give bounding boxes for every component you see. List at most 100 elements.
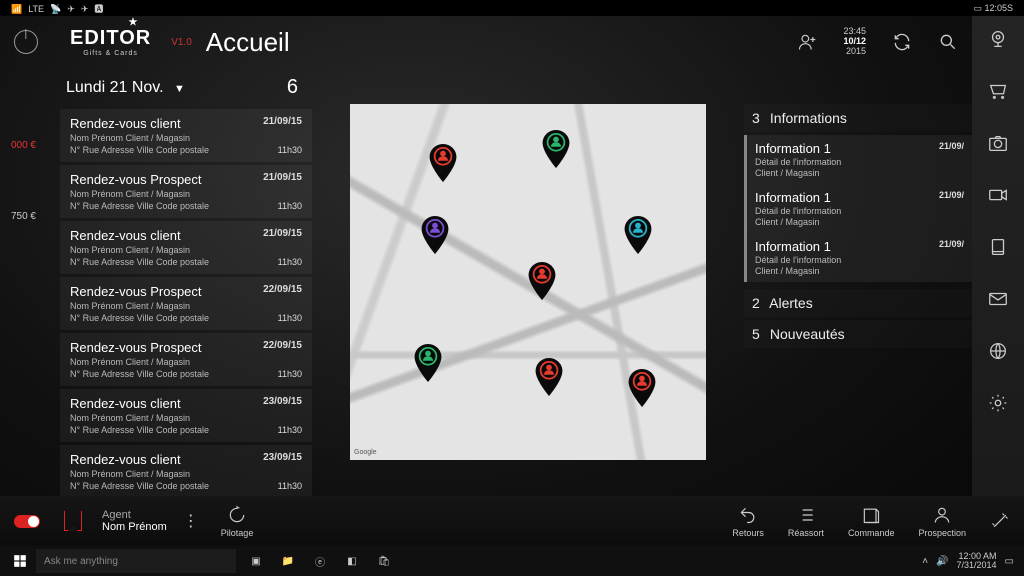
task-view-icon[interactable]: ▣	[240, 546, 272, 576]
appointment-title: Rendez-vous client	[70, 396, 209, 411]
info-date: 21/09/	[939, 141, 964, 178]
appointment-card[interactable]: Rendez-vous clientNom Prénom Client / Ma…	[60, 389, 312, 442]
store-icon[interactable]: 🛍	[368, 546, 400, 576]
map-pin[interactable]	[429, 144, 457, 182]
map-attribution: Google	[354, 449, 377, 456]
map-pin[interactable]	[421, 216, 449, 254]
power-button[interactable]	[14, 30, 38, 54]
appointment-sub: N° Rue Adresse Ville Code postale	[70, 313, 209, 323]
video-icon[interactable]	[987, 184, 1009, 206]
globe-icon[interactable]	[987, 340, 1009, 362]
bottom-bar: Agent Nom Prénom ⋮ Pilotage Retours Réas…	[0, 496, 1024, 546]
appointment-sub: Nom Prénom Client / Magasin	[70, 133, 209, 143]
device-statusbar: 📶LTE📡✈✈🅰 ▭ 12:05S	[0, 0, 1024, 16]
appointment-sub: N° Rue Adresse Ville Code postale	[70, 369, 209, 379]
appointment-card[interactable]: Rendez-vous Prospect Nom Prénom Client / …	[60, 333, 312, 386]
search-icon[interactable]	[938, 32, 958, 52]
header-datetime: 23:45 10/12 2015	[843, 27, 866, 57]
current-date: Lundi 21 Nov.	[66, 79, 164, 96]
magic-wand-icon[interactable]	[990, 511, 1010, 531]
appointment-time: 11h30	[263, 257, 302, 267]
right-rail	[972, 16, 1024, 526]
prospection-button[interactable]: Prospection	[918, 505, 966, 538]
section-informations[interactable]: 3 Informations	[744, 104, 972, 132]
info-card[interactable]: Information 1Détail de l'informationClie…	[744, 184, 972, 233]
appointment-card[interactable]: Rendez-vous ProspectNom Prénom Client / …	[60, 165, 312, 218]
appointment-date: 22/09/15	[263, 340, 302, 351]
info-title: Information 1	[755, 190, 841, 205]
section-alertes[interactable]: 2 Alertes	[744, 289, 972, 317]
taskbar-clock[interactable]: 12:00 AM 7/31/2014	[957, 552, 997, 570]
page-title: Accueil	[206, 27, 290, 58]
mail-icon[interactable]	[987, 288, 1009, 310]
appointment-title: Rendez-vous Prospect	[70, 340, 209, 355]
appointment-card[interactable]: Rendez-vous Prospect Nom Prénom Client / …	[60, 277, 312, 330]
map-pin[interactable]	[628, 369, 656, 407]
appointment-sub: Nom Prénom Client / Magasin	[70, 469, 209, 479]
add-user-icon[interactable]	[797, 32, 817, 52]
start-button[interactable]	[4, 546, 36, 576]
date-selector[interactable]: Lundi 21 Nov. ▼ 6	[60, 72, 312, 109]
undo-icon	[738, 505, 758, 525]
appointment-sub: Nom Prénom Client / Magasin	[70, 301, 209, 311]
info-card[interactable]: Information 1Détail de l'informationClie…	[744, 233, 972, 282]
info-sub: Client / Magasin	[755, 266, 841, 276]
statusbar-left: 📶LTE📡✈✈🅰	[8, 2, 106, 15]
appointment-title: Rendez-vous Prospect	[70, 284, 209, 299]
appointment-sub: Nom Prénom Client / Magasin	[70, 189, 209, 199]
bookmark-icon[interactable]	[64, 511, 82, 531]
appointment-time: 11h30	[263, 201, 302, 211]
appointment-title: Rendez-vous client	[70, 228, 209, 243]
pilotage-button[interactable]: Pilotage	[221, 505, 254, 538]
left-value-2: 750 €	[0, 211, 36, 222]
appointment-sub: N° Rue Adresse Ville Code postale	[70, 257, 209, 267]
tray-up-icon[interactable]: ˄	[922, 556, 928, 567]
star-icon: ★	[128, 17, 138, 28]
app-icon[interactable]: ◧	[336, 546, 368, 576]
book-icon[interactable]	[987, 236, 1009, 258]
commande-button[interactable]: Commande	[848, 505, 895, 538]
refresh-icon[interactable]	[892, 32, 912, 52]
system-tray: ˄ 🔊 12:00 AM 7/31/2014 ▭	[922, 552, 1020, 570]
left-edge-values: 000 € 750 €	[0, 140, 36, 222]
appointment-card[interactable]: Rendez-vous clientNom Prénom Client / Ma…	[60, 445, 312, 498]
camera-icon[interactable]	[987, 132, 1009, 154]
info-date: 21/09/	[939, 239, 964, 276]
appointment-sub: Nom Prénom Client / Magasin	[70, 357, 209, 367]
map-pin[interactable]	[542, 130, 570, 168]
map-pin[interactable]	[414, 344, 442, 382]
info-sub: Client / Magasin	[755, 168, 841, 178]
toggle-switch[interactable]	[14, 515, 40, 528]
settings-icon[interactable]	[987, 392, 1009, 414]
info-card[interactable]: Information 1Détail de l'informationClie…	[744, 135, 972, 184]
person-icon	[932, 505, 952, 525]
appointment-list: Rendez-vous client Nom Prénom Client / Ma…	[60, 109, 312, 504]
webcam-icon[interactable]	[987, 28, 1009, 50]
map-pin[interactable]	[624, 216, 652, 254]
section-nouveautes[interactable]: 5 Nouveautés	[744, 320, 972, 348]
info-title: Information 1	[755, 141, 841, 156]
tray-volume-icon[interactable]: 🔊	[936, 556, 948, 567]
map-pin[interactable]	[535, 358, 563, 396]
notifications-icon[interactable]: ▭	[1005, 556, 1014, 567]
appointment-sub: N° Rue Adresse Ville Code postale	[70, 201, 209, 211]
info-sub: Client / Magasin	[755, 217, 841, 227]
cart-icon[interactable]	[987, 80, 1009, 102]
appointment-time: 11h30	[263, 425, 302, 435]
explorer-icon[interactable]: 📁	[272, 546, 304, 576]
list-icon	[796, 505, 816, 525]
appointment-time: 11h30	[263, 145, 302, 155]
reassort-button[interactable]: Réassort	[788, 505, 824, 538]
appointment-card[interactable]: Rendez-vous clientNom Prénom Client / Ma…	[60, 221, 312, 274]
appointment-date: 23/09/15	[263, 396, 302, 407]
map-pin[interactable]	[528, 262, 556, 300]
appointment-card[interactable]: Rendez-vous clientNom Prénom Client / Ma…	[60, 109, 312, 162]
map-view[interactable]: Google	[350, 104, 706, 460]
taskbar-search[interactable]: Ask me anything	[36, 549, 236, 573]
windows-taskbar: Ask me anything ▣ 📁 ⓔ ◧ 🛍 ˄ 🔊 12:00 AM 7…	[0, 546, 1024, 576]
statusbar-right: ▭ 12:05S	[970, 3, 1016, 14]
retours-button[interactable]: Retours	[732, 505, 764, 538]
more-icon[interactable]: ⋮	[183, 511, 199, 531]
appointment-date: 21/09/15	[263, 228, 302, 239]
edge-icon[interactable]: ⓔ	[304, 546, 336, 576]
